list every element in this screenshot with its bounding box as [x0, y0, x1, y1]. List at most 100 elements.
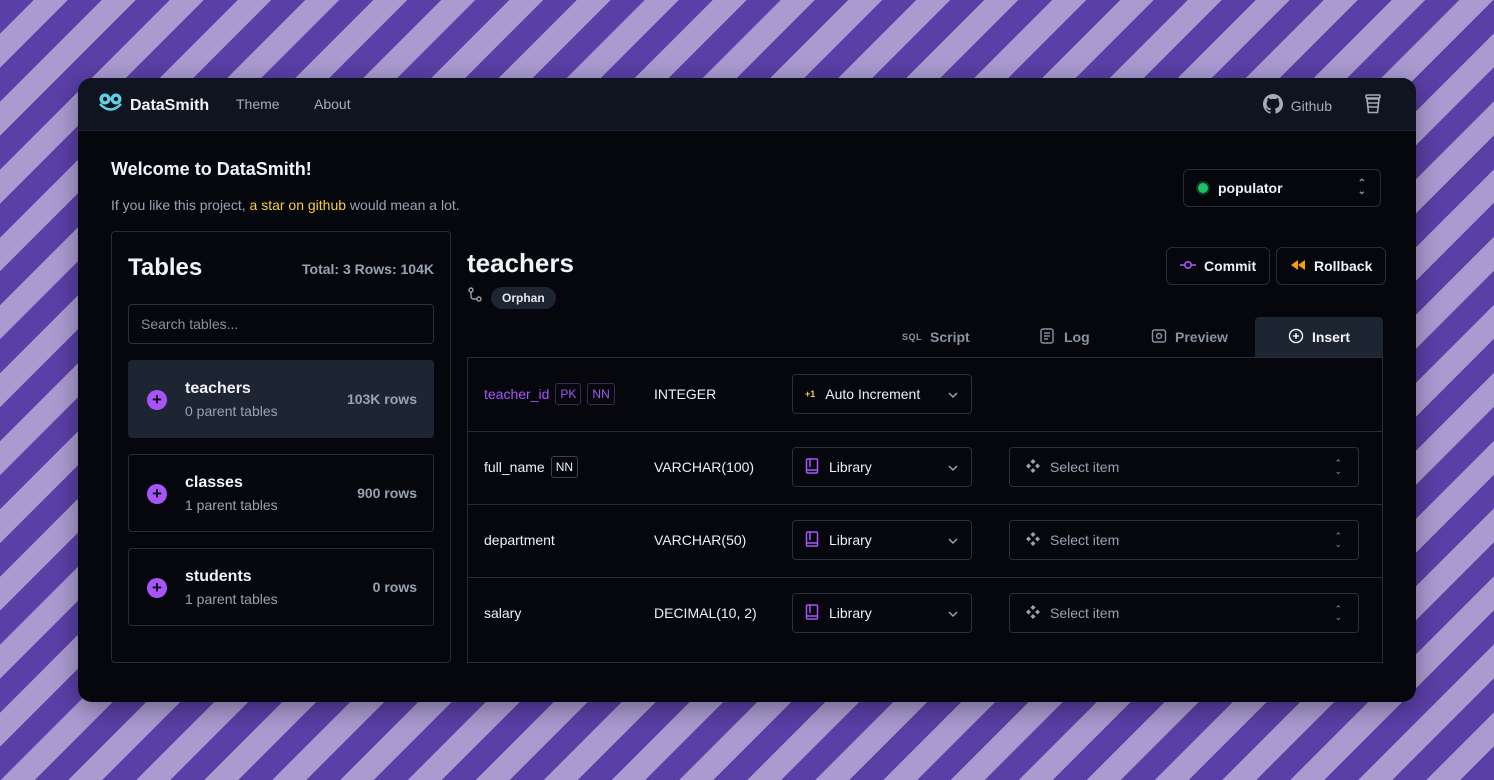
search-tables-input[interactable]: [128, 304, 434, 344]
table-item-parents: 0 parent tables: [185, 403, 278, 419]
rollback-label: Rollback: [1314, 258, 1373, 274]
column-name-text: teacher_id: [484, 386, 550, 402]
generator-label: Library: [829, 459, 872, 475]
sql-icon: SQL: [902, 332, 923, 342]
welcome-subtitle: If you like this project, a star on gith…: [111, 197, 460, 213]
plus-circle-icon[interactable]: +: [147, 390, 167, 410]
generator-label: Auto Increment: [825, 386, 921, 402]
database-selector[interactable]: populator ⌃ ⌄: [1183, 169, 1381, 207]
table-item-rows: 103K rows: [346, 391, 417, 407]
book-icon: [805, 457, 819, 477]
column-row-salary: salary DECIMAL(10, 2) Library Select ite…: [468, 577, 1382, 650]
column-type: INTEGER: [654, 386, 717, 402]
welcome-text-after: would mean a lot.: [346, 197, 460, 213]
git-commit-icon: [1180, 258, 1196, 274]
column-type: VARCHAR(50): [654, 532, 747, 548]
plus-circle-icon[interactable]: +: [147, 578, 167, 598]
column-row-full-name: full_name NN VARCHAR(100) Library Select…: [468, 431, 1382, 505]
table-item-parents: 1 parent tables: [185, 591, 278, 607]
datasmith-logo-icon: [98, 92, 123, 119]
component-icon: [1026, 604, 1040, 622]
generator-select[interactable]: Library: [792, 593, 972, 633]
component-icon: [1026, 458, 1040, 476]
nn-tag: NN: [550, 456, 579, 478]
commit-button[interactable]: Commit: [1166, 247, 1271, 285]
tab-log-label: Log: [1064, 329, 1090, 345]
table-item-rows: 0 rows: [372, 579, 417, 595]
table-item-rows: 900 rows: [357, 485, 417, 501]
tab-script[interactable]: SQL Script: [902, 317, 970, 357]
tab-insert[interactable]: Insert: [1255, 317, 1383, 357]
columns-grid: teacher_id PK NN INTEGER +1 Auto Increme…: [467, 357, 1383, 663]
app-window: DataSmith Theme About Github Welcome to …: [78, 78, 1416, 702]
item-select-placeholder: Select item: [1050, 459, 1120, 475]
item-select[interactable]: Select item ⌃ ⌄: [1009, 447, 1359, 487]
tables-panel: Tables Total: 3 Rows: 104K + teachers 0 …: [111, 231, 451, 663]
column-row-department: department VARCHAR(50) Library Select it…: [468, 504, 1382, 578]
generator-select[interactable]: Library: [792, 520, 972, 560]
table-item-parents: 1 parent tables: [185, 497, 278, 513]
coffee-cup-icon[interactable]: [1364, 94, 1382, 119]
generator-label: Library: [829, 605, 872, 621]
github-icon: [1262, 94, 1283, 117]
tab-script-label: Script: [930, 329, 970, 345]
tab-log[interactable]: Log: [1038, 317, 1090, 357]
orphan-badge: Orphan: [491, 287, 556, 309]
item-select-placeholder: Select item: [1050, 532, 1120, 548]
chevron-down-icon: [947, 386, 959, 402]
generator-select[interactable]: +1 Auto Increment: [792, 374, 972, 414]
generator-select[interactable]: Library: [792, 447, 972, 487]
chevron-up-down-icon: ⌃ ⌄: [1334, 604, 1342, 622]
rollback-button[interactable]: Rollback: [1276, 247, 1387, 285]
relation-branch-icon: [467, 287, 483, 308]
column-row-teacher-id: teacher_id PK NN INTEGER +1 Auto Increme…: [468, 358, 1382, 432]
plus-circle-outline-icon: [1288, 328, 1304, 347]
navbar: DataSmith Theme About Github: [78, 78, 1416, 131]
chevron-down-icon: [947, 605, 959, 621]
table-item-teachers[interactable]: + teachers 0 parent tables 103K rows: [128, 360, 434, 438]
plus-circle-icon[interactable]: +: [147, 484, 167, 504]
column-name: teacher_id PK NN: [484, 358, 615, 430]
chevron-up-down-icon: ⌃ ⌄: [1334, 531, 1342, 549]
column-name: department: [484, 504, 555, 576]
table-item-students[interactable]: + students 1 parent tables 0 rows: [128, 548, 434, 626]
nav-link-theme[interactable]: Theme: [236, 96, 280, 112]
item-select[interactable]: Select item ⌃ ⌄: [1009, 593, 1359, 633]
table-item-name: classes: [185, 474, 243, 491]
table-item-name: students: [185, 568, 252, 585]
table-title: teachers: [467, 248, 574, 278]
tab-insert-label: Insert: [1311, 329, 1351, 345]
generator-label: Library: [829, 532, 872, 548]
table-item-name: teachers: [185, 380, 251, 397]
book-icon: [805, 603, 819, 623]
github-star-link[interactable]: a star on github: [250, 197, 347, 213]
welcome-text-before: If you like this project,: [111, 197, 250, 213]
column-name-text: department: [484, 532, 555, 548]
scroll-log-icon: [1038, 327, 1056, 347]
column-type: DECIMAL(10, 2): [654, 605, 757, 621]
chevron-up-down-icon: ⌃ ⌄: [1334, 458, 1342, 476]
tables-title: Tables: [128, 254, 203, 281]
github-link[interactable]: Github: [1262, 94, 1332, 117]
github-label: Github: [1290, 97, 1332, 114]
chevron-up-down-icon: ⌃ ⌄: [1357, 178, 1366, 197]
column-name-text: full_name: [484, 459, 545, 475]
brand[interactable]: DataSmith: [98, 92, 209, 119]
book-icon: [805, 530, 819, 550]
column-name: full_name NN: [484, 431, 579, 503]
item-select-placeholder: Select item: [1050, 605, 1120, 621]
status-dot-icon: [1198, 183, 1208, 193]
chevron-down-icon: [947, 459, 959, 475]
auto-increment-icon: +1: [805, 389, 816, 399]
column-name-text: salary: [484, 605, 522, 621]
table-item-classes[interactable]: + classes 1 parent tables 900 rows: [128, 454, 434, 532]
nn-tag: NN: [587, 383, 615, 405]
commit-label: Commit: [1204, 258, 1257, 274]
preview-icon: [1151, 328, 1167, 347]
item-select[interactable]: Select item ⌃ ⌄: [1009, 520, 1359, 560]
nav-link-about[interactable]: About: [314, 96, 351, 112]
brand-name: DataSmith: [130, 96, 210, 114]
rewind-icon: [1290, 258, 1306, 274]
tables-summary: Total: 3 Rows: 104K: [302, 261, 434, 277]
tab-preview[interactable]: Preview: [1151, 317, 1228, 357]
